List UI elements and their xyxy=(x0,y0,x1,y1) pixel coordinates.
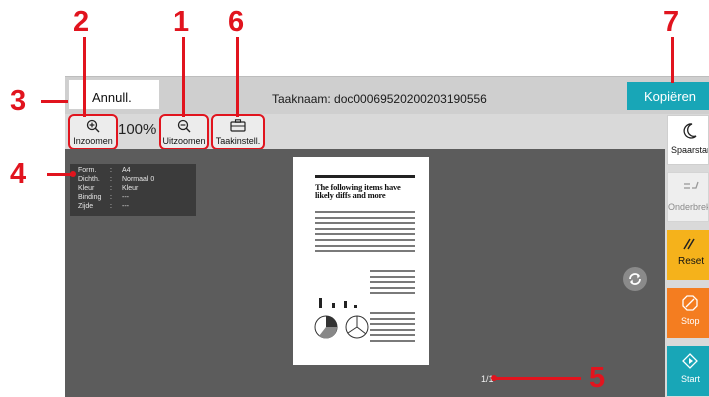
highlight-job-settings xyxy=(211,114,265,150)
callout-5: 5 xyxy=(589,362,606,394)
preview-text-line xyxy=(315,233,415,236)
preview-text-line xyxy=(315,222,415,225)
info-value: A4 xyxy=(122,167,131,174)
info-separator: : xyxy=(110,167,112,174)
info-value: --- xyxy=(122,203,129,210)
callout-1: 1 xyxy=(173,6,190,38)
rotate-button[interactable] xyxy=(623,267,647,291)
preview-text-line xyxy=(370,275,415,278)
info-key: Form. xyxy=(78,167,97,174)
callout-6-line xyxy=(236,37,239,117)
callout-2-line xyxy=(83,37,86,117)
cancel-button[interactable]: Annull. xyxy=(68,79,160,110)
callout-1-line xyxy=(182,37,185,117)
job-name: Taaknaam: doc00069520200203190556 xyxy=(272,92,487,106)
preview-heading: The following items have likely diffs an… xyxy=(315,182,401,200)
info-value: Kleur xyxy=(122,185,139,192)
sleep-label: Spaarstand xyxy=(671,145,708,155)
info-key: Binding xyxy=(78,194,102,201)
callout-4: 4 xyxy=(10,158,27,190)
info-key: Zijde xyxy=(78,203,94,210)
zoom-level: 100% xyxy=(118,121,157,138)
stop-button[interactable]: Stop xyxy=(667,288,709,338)
callout-3-line xyxy=(41,100,68,103)
start-button[interactable]: Start xyxy=(667,346,709,396)
reset-icon xyxy=(683,238,695,250)
callout-5-dot xyxy=(491,375,497,381)
callout-6: 6 xyxy=(228,6,245,38)
callout-4-dot xyxy=(70,171,76,177)
rotate-icon xyxy=(629,273,641,285)
preview-text-line xyxy=(315,211,415,213)
callout-3: 3 xyxy=(10,85,27,117)
reset-label: Reset xyxy=(678,256,705,267)
start-icon xyxy=(682,353,698,369)
preview-text-line xyxy=(315,175,415,178)
callout-2: 2 xyxy=(73,6,90,38)
pie-graphics xyxy=(314,315,369,339)
moon-icon xyxy=(683,123,697,139)
callout-7-line xyxy=(671,37,674,83)
info-key: Dichth. xyxy=(78,176,100,183)
preview-text-line xyxy=(370,286,415,289)
interrupt-icon xyxy=(684,181,699,189)
callout-7: 7 xyxy=(663,6,680,38)
preview-text-line xyxy=(315,239,415,241)
info-value: --- xyxy=(122,194,129,201)
bar-graphics xyxy=(319,298,357,308)
info-key: Kleur xyxy=(78,185,95,192)
preview-text-line xyxy=(315,250,415,253)
interrupt-button[interactable]: Onderbreken xyxy=(667,172,709,222)
info-row: Binding: --- xyxy=(78,194,129,201)
info-separator: : xyxy=(110,194,112,201)
info-row: Form.: A4 xyxy=(78,167,131,174)
info-row: Dichth.: Normaal 0 xyxy=(78,176,154,183)
interrupt-label: Onderbreken xyxy=(668,202,708,212)
sleep-button[interactable]: Spaarstand xyxy=(667,115,709,165)
info-separator: : xyxy=(110,185,112,192)
preview-text-line xyxy=(315,244,415,247)
info-value: Normaal 0 xyxy=(122,176,155,183)
info-separator: : xyxy=(110,203,112,210)
start-label: Start xyxy=(681,374,701,384)
preview-text-line xyxy=(315,227,415,230)
preview-text-line xyxy=(370,270,415,272)
copy-button[interactable]: Kopiëren xyxy=(627,82,709,110)
preview-text-line xyxy=(315,216,415,219)
highlight-zoom-in xyxy=(68,114,118,150)
reset-button[interactable]: Reset xyxy=(667,230,709,280)
callout-5-line xyxy=(493,377,581,380)
info-row: Kleur: Kleur xyxy=(78,185,138,192)
preview-text-line xyxy=(370,292,415,295)
info-row: Zijde: --- xyxy=(78,203,129,210)
info-separator: : xyxy=(110,176,112,183)
preview-text-line xyxy=(370,281,415,284)
stop-icon xyxy=(682,295,698,311)
stop-label: Stop xyxy=(681,316,700,326)
highlight-zoom-out xyxy=(159,114,209,150)
